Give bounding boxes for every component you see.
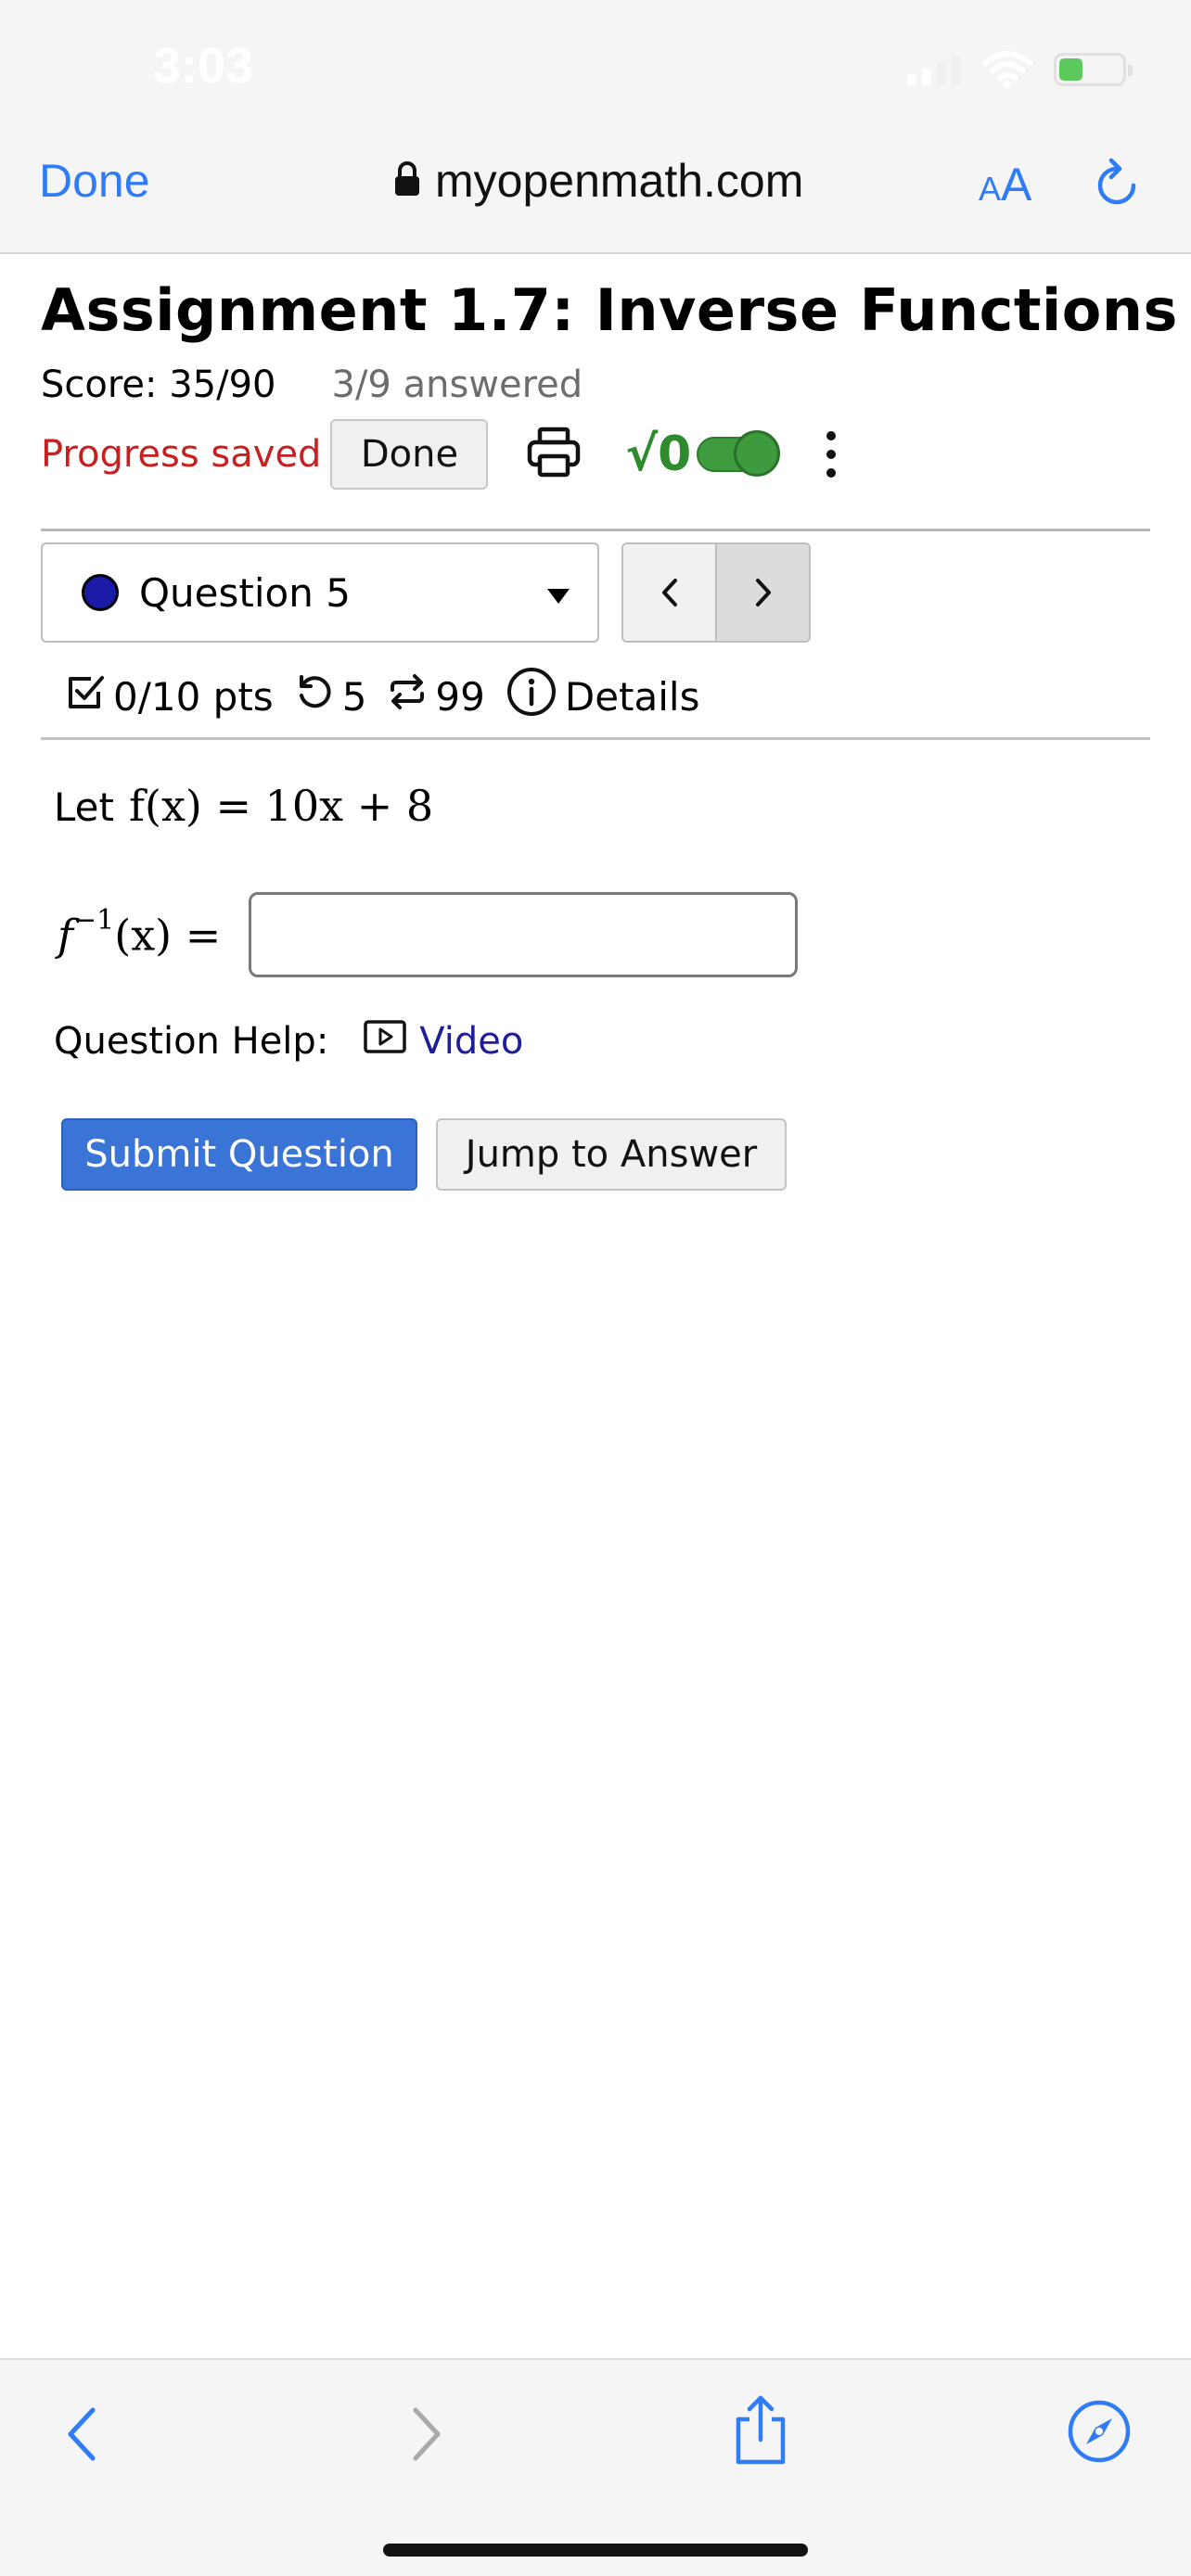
browser-done-button[interactable]: Done <box>39 154 150 208</box>
status-time: 3:03 <box>153 38 254 94</box>
video-icon <box>364 1020 407 1063</box>
question-select-label: Question 5 <box>139 569 351 616</box>
math-entry-toggle[interactable]: √0 <box>625 427 781 482</box>
printer-icon[interactable] <box>527 427 581 482</box>
versions-stat: 99 <box>387 671 485 721</box>
info-icon <box>506 666 557 727</box>
status-bar: 3:03 <box>0 0 1191 130</box>
chevron-left-icon[interactable] <box>63 2404 100 2468</box>
details-label: Details <box>564 673 700 720</box>
chevron-left-icon <box>661 579 677 606</box>
points-stat: 0/10 pts <box>65 671 274 721</box>
inverse-f: f <box>58 910 74 961</box>
chevron-right-icon <box>755 579 771 606</box>
attempts-stat: 5 <box>294 671 367 721</box>
text-size-large-label: A <box>1001 159 1032 210</box>
question-select[interactable]: Question 5 <box>41 542 599 643</box>
submit-question-button[interactable]: Submit Question <box>61 1118 417 1191</box>
more-options-icon[interactable] <box>826 431 837 478</box>
browser-toolbar: Done myopenmath.com AA <box>0 130 1191 254</box>
browser-bottom-toolbar <box>0 2358 1191 2576</box>
status-icons <box>907 48 1133 91</box>
let-text: Let <box>54 784 114 830</box>
video-link[interactable]: Video <box>364 1020 523 1063</box>
assignment-done-button[interactable]: Done <box>330 419 489 490</box>
function-definition: f(x) = 10x + 8 <box>128 781 434 831</box>
previous-question-button[interactable] <box>623 544 715 641</box>
caret-down-icon <box>547 589 570 604</box>
points-text: 0/10 pts <box>113 673 274 720</box>
checkbox-icon <box>65 671 106 721</box>
question-help: Question Help: Video <box>54 1020 523 1063</box>
compass-icon[interactable] <box>1067 2399 1132 2468</box>
square-root-icon: √0 <box>625 427 692 482</box>
inverse-argument: (x) = <box>114 910 222 961</box>
question-stats: 0/10 pts 5 99 Details <box>65 666 720 727</box>
versions-text: 99 <box>435 673 485 720</box>
question-help-label: Question Help: <box>54 1020 329 1063</box>
answer-row: f−1(x) = <box>58 892 799 977</box>
inverse-exponent: −1 <box>73 903 115 937</box>
wifi-icon <box>981 50 1033 89</box>
question-prompt: Let f(x) = 10x + 8 <box>54 781 433 831</box>
answered-count: 3/9 answered <box>331 363 583 406</box>
divider <box>41 529 1150 531</box>
assignment-title: Assignment 1.7: Inverse Functions <box>41 276 1178 344</box>
text-size-small-label: A <box>979 170 1002 208</box>
progress-status: Progress saved <box>41 433 322 476</box>
details-button[interactable]: Details <box>506 666 700 727</box>
score-text: Score: 35/90 <box>41 363 276 406</box>
toggle-switch[interactable] <box>697 430 781 477</box>
question-nav-group <box>621 542 811 643</box>
question-status-dot <box>82 574 119 611</box>
page: 3:03 Done myopenmath.com AA Assignment 1… <box>0 0 1191 2576</box>
lock-icon <box>394 161 420 200</box>
next-question-button[interactable] <box>715 544 809 641</box>
jump-to-answer-button[interactable]: Jump to Answer <box>436 1118 787 1191</box>
retry-icon <box>294 671 335 721</box>
answer-input[interactable] <box>249 892 799 977</box>
reload-icon[interactable] <box>1093 158 1141 213</box>
text-size-button[interactable]: AA <box>979 158 1031 211</box>
battery-icon <box>1054 53 1133 86</box>
regenerate-icon <box>387 671 428 721</box>
attempts-text: 5 <box>341 673 367 720</box>
inverse-label: f−1(x) = <box>58 904 222 961</box>
cellular-signal-icon <box>907 54 961 85</box>
divider <box>41 737 1150 740</box>
url-text: myopenmath.com <box>435 155 804 207</box>
address-bar[interactable]: myopenmath.com <box>394 154 803 208</box>
share-icon[interactable] <box>731 2395 790 2469</box>
score-row: Score: 35/90 3/9 answered <box>41 363 583 406</box>
assignment-toolbar: Progress saved Done √0 <box>41 419 837 490</box>
home-indicator <box>383 2544 808 2557</box>
chevron-right-icon[interactable] <box>408 2404 445 2468</box>
video-label: Video <box>419 1020 524 1063</box>
